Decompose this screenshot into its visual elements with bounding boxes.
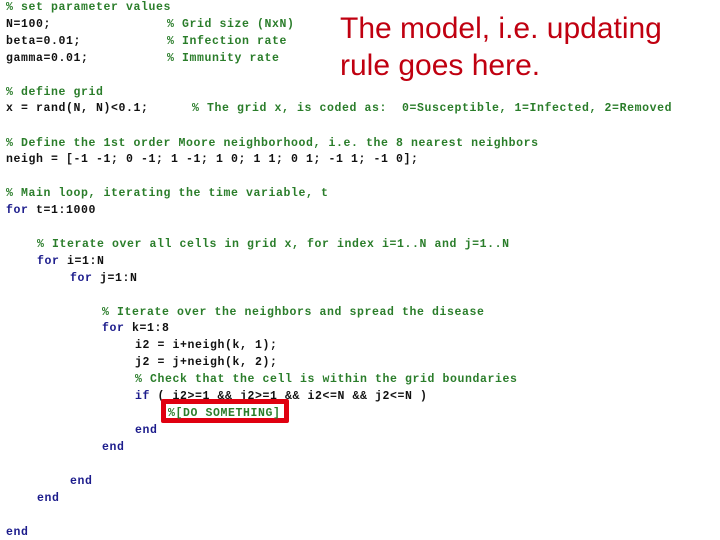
comment-iterate-cells: % Iterate over all cells in grid x, for …: [37, 238, 510, 251]
keyword-for: for: [37, 255, 60, 268]
comment-define-grid: % define grid: [6, 86, 104, 99]
loop-range-t: t=1:1000: [28, 204, 97, 217]
comment-moore-neighborhood: % Define the 1st order Moore neighborhoo…: [6, 137, 539, 150]
code-for-j: for j=1:N: [70, 272, 138, 286]
keyword-for: for: [70, 272, 93, 285]
code-beta: beta=0.01;: [6, 35, 82, 48]
code-end-for-j: end: [70, 475, 93, 488]
annotation-line-1: The model, i.e. updating: [340, 12, 662, 45]
comment-immunity-rate: % Immunity rate: [167, 52, 280, 65]
loop-range-k: k=1:8: [124, 322, 170, 335]
code-grid-x: x = rand(N, N)<0.1;: [6, 102, 149, 115]
comment-infection-rate: % Infection rate: [167, 35, 288, 48]
annotation-note: The model, i.e. updating rule goes here.: [340, 10, 720, 84]
code-end-for-k: end: [102, 441, 125, 454]
loop-range-j: j=1:N: [92, 272, 138, 285]
code-neigh: neigh = [-1 -1; 0 -1; 1 -1; 1 0; 1 1; 0 …: [6, 153, 419, 166]
placeholder-do-something: %[DO SOMETHING]: [168, 407, 281, 420]
comment-main-loop: % Main loop, iterating the time variable…: [6, 187, 329, 200]
code-for-i: for i=1:N: [37, 255, 105, 269]
comment-grid-coding: % The grid x, is coded as: 0=Susceptible…: [192, 102, 673, 115]
keyword-for: for: [102, 322, 125, 335]
code-end-if: end: [135, 424, 158, 437]
comment-iterate-neighbors: % Iterate over the neighbors and spread …: [102, 306, 485, 319]
code-for-k: for k=1:8: [102, 322, 170, 336]
code-i2: i2 = i+neigh(k, 1);: [135, 339, 278, 352]
comment-set-parameters: % set parameter values: [6, 1, 172, 14]
annotation-line-2: rule goes here.: [340, 49, 541, 82]
loop-range-i: i=1:N: [59, 255, 105, 268]
comment-check-boundaries: % Check that the cell is within the grid…: [135, 373, 518, 386]
code-end-for-t: end: [6, 526, 29, 539]
code-end-for-i: end: [37, 492, 60, 505]
keyword-if: if: [135, 390, 151, 403]
code-for-t: for t=1:1000: [6, 204, 96, 218]
comment-grid-size: % Grid size (NxN): [167, 18, 295, 31]
code-n: N=100;: [6, 18, 52, 31]
keyword-for: for: [6, 204, 29, 217]
code-gamma: gamma=0.01;: [6, 52, 89, 65]
code-j2: j2 = j+neigh(k, 2);: [135, 356, 278, 369]
